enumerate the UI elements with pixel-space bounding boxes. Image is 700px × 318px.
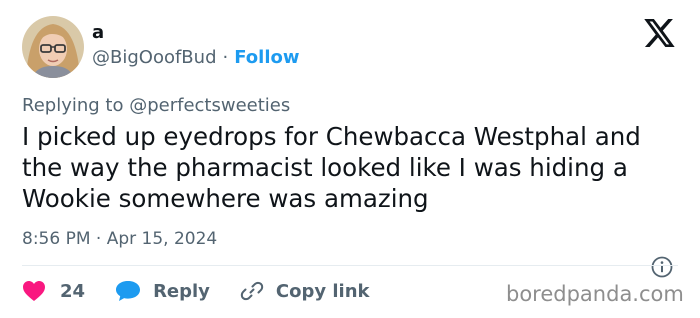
follow-button[interactable]: Follow [234,47,299,68]
copy-link-button[interactable]: Copy link [240,279,370,303]
author-handle-line: @BigOoofBud · Follow [92,47,300,68]
reply-button[interactable]: Reply [115,280,210,302]
reply-mention-link[interactable]: @perfectsweeties [129,95,290,116]
like-count: 24 [60,280,86,302]
speech-bubble-icon [116,281,141,301]
author-handle[interactable]: @BigOoofBud [92,47,217,68]
avatar[interactable] [22,16,84,78]
reply-context: Replying to @perfectsweeties [22,95,290,116]
tweet-timestamp[interactable]: 8:56 PM · Apr 15, 2024 [22,229,217,249]
avatar-image [22,16,84,78]
like-button[interactable]: 24 [22,280,85,302]
reply-context-prefix: Replying to [22,95,124,116]
tweet-date: Apr 15, 2024 [106,229,218,249]
separator-dot: · [222,47,229,68]
tweet-time: 8:56 PM [22,229,91,249]
heart-icon [23,281,45,301]
display-name[interactable]: a [92,22,104,43]
tweet-actions: 24 Reply Copy link [22,279,370,303]
copy-link-label: Copy link [275,280,370,302]
divider [22,265,678,266]
info-icon[interactable] [651,256,673,282]
link-icon [240,281,264,301]
x-logo-icon[interactable] [644,18,676,48]
reply-label: Reply [153,280,210,302]
timestamp-separator: · [95,229,102,249]
tweet-text: I picked up eyedrops for Chewbacca Westp… [22,122,641,213]
watermark: boredpanda.com [506,282,684,306]
